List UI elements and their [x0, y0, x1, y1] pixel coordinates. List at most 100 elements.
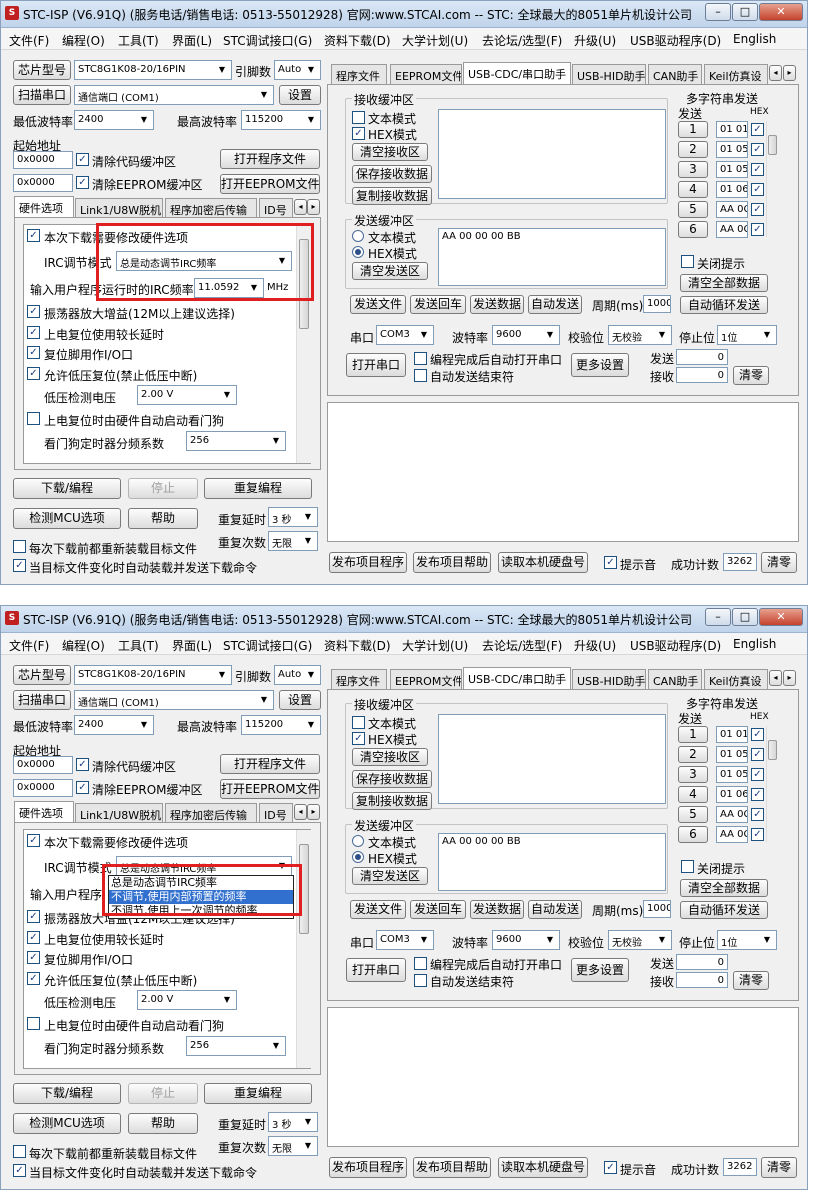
success-clear-button[interactable]: 清零: [761, 552, 797, 573]
more-settings-button[interactable]: 更多设置: [571, 958, 629, 982]
chip-model-button[interactable]: 芯片型号: [13, 665, 71, 685]
tab-left-icon[interactable]: ◂: [294, 804, 307, 820]
tab-left-icon[interactable]: ◂: [294, 199, 307, 215]
pins-select[interactable]: Auto ▼: [274, 665, 321, 685]
send-hex-radio[interactable]: [352, 246, 364, 258]
download-button[interactable]: 下载/编程: [13, 478, 121, 499]
reload-checkbox[interactable]: [13, 1145, 26, 1158]
menu-tools[interactable]: 工具(T): [118, 637, 159, 654]
minimize-icon[interactable]: –: [705, 608, 731, 626]
multi-send-button-3[interactable]: 3: [678, 161, 708, 178]
multi-send-button-4[interactable]: 4: [678, 786, 708, 803]
multi-hex-checkbox-6[interactable]: ✓: [751, 223, 764, 236]
stopbits-select[interactable]: 1位 ▼: [717, 930, 777, 950]
multi-hex-checkbox-1[interactable]: ✓: [751, 123, 764, 136]
pins-select[interactable]: Auto ▼: [274, 60, 321, 80]
open-eeprom-button[interactable]: 打开EEPROM文件: [220, 174, 320, 194]
recv-text-checkbox[interactable]: [352, 716, 365, 729]
multi-hex-checkbox-5[interactable]: ✓: [751, 203, 764, 216]
multi-send-button-1[interactable]: 1: [678, 121, 708, 138]
osc-gain-checkbox[interactable]: ✓: [27, 305, 40, 318]
clear-all-button[interactable]: 清空全部数据: [680, 879, 768, 897]
code-addr-input[interactable]: 0x0000: [13, 151, 73, 169]
wdt-div-select[interactable]: 256 ▼: [186, 431, 286, 451]
multi-input-4[interactable]: 01 06: [716, 181, 748, 198]
reprogram-button[interactable]: 重复编程: [204, 478, 312, 499]
send-file-button[interactable]: 发送文件: [350, 295, 406, 314]
multi-scrollbar[interactable]: [766, 726, 779, 842]
auto-send-button[interactable]: 自动发送: [528, 295, 582, 314]
menu-usb-driver[interactable]: USB驱动程序(D): [630, 637, 721, 654]
auto-loop-button[interactable]: 自动循环发送: [680, 901, 768, 919]
multi-scrollbar[interactable]: [766, 121, 779, 237]
read-disk-button[interactable]: 读取本机硬盘号: [498, 1157, 588, 1178]
auto-open-checkbox[interactable]: [414, 957, 427, 970]
retry-count-select[interactable]: 无限 ▼: [268, 531, 318, 551]
code-addr-input[interactable]: 0x0000: [13, 756, 73, 774]
multi-send-button-6[interactable]: 6: [678, 826, 708, 843]
open-program-button[interactable]: 打开程序文件: [220, 149, 320, 169]
multi-hex-checkbox-3[interactable]: ✓: [751, 768, 764, 781]
period-input[interactable]: 1000: [643, 295, 671, 313]
tab-eeprom-file[interactable]: EEPROM文件: [390, 669, 462, 689]
auto-open-checkbox[interactable]: [414, 352, 427, 365]
open-program-button[interactable]: 打开程序文件: [220, 754, 320, 774]
port-select[interactable]: 通信端口 (COM1) ▼: [74, 85, 274, 105]
multi-send-button-4[interactable]: 4: [678, 181, 708, 198]
eeprom-addr-input[interactable]: 0x0000: [13, 174, 73, 192]
menu-program[interactable]: 编程(O): [62, 32, 105, 49]
help-button[interactable]: 帮助: [128, 508, 198, 529]
menu-forum[interactable]: 去论坛/选型(F): [482, 32, 562, 49]
parity-select[interactable]: 无校验 ▼: [608, 325, 672, 345]
send-textarea[interactable]: AA 00 00 00 BB: [438, 833, 666, 891]
auto-send-checkbox[interactable]: ✓: [13, 1164, 26, 1177]
auto-send-button[interactable]: 自动发送: [528, 900, 582, 919]
close-tip-checkbox[interactable]: [681, 860, 694, 873]
reset-io-checkbox[interactable]: ✓: [27, 346, 40, 359]
chip-model-button[interactable]: 芯片型号: [13, 60, 71, 80]
scan-port-button[interactable]: 扫描串口: [13, 85, 71, 105]
menu-university[interactable]: 大学计划(U): [402, 32, 468, 49]
tab-link1[interactable]: Link1/U8W脱机: [75, 803, 163, 823]
recv-textarea[interactable]: [438, 714, 666, 804]
tab-keil[interactable]: Keil仿真设: [704, 64, 768, 84]
recv-textarea[interactable]: [438, 109, 666, 199]
multi-input-3[interactable]: 01 05: [716, 766, 748, 783]
tab-keil[interactable]: Keil仿真设: [704, 669, 768, 689]
multi-input-5[interactable]: AA 0C: [716, 806, 748, 823]
maximize-icon[interactable]: □: [732, 3, 758, 21]
reload-checkbox[interactable]: [13, 540, 26, 553]
port-select[interactable]: 通信端口 (COM1) ▼: [74, 690, 274, 710]
max-baud-select[interactable]: 115200 ▼: [241, 715, 321, 735]
min-baud-select[interactable]: 2400 ▼: [74, 715, 154, 735]
multi-input-5[interactable]: AA 0C: [716, 201, 748, 218]
serial-port-select[interactable]: COM3 ▼: [376, 325, 434, 345]
menu-upgrade[interactable]: 升级(U): [574, 32, 616, 49]
open-port-button[interactable]: 打开串口: [346, 353, 406, 377]
retry-delay-select[interactable]: 3 秒 ▼: [268, 507, 318, 527]
multi-input-3[interactable]: 01 05: [716, 161, 748, 178]
lvr-checkbox[interactable]: ✓: [27, 972, 40, 985]
menu-university[interactable]: 大学计划(U): [402, 637, 468, 654]
minimize-icon[interactable]: –: [705, 3, 731, 21]
menu-english[interactable]: English: [733, 637, 776, 651]
tab-link1[interactable]: Link1/U8W脱机: [75, 198, 163, 218]
tab-id[interactable]: ID号: [259, 803, 293, 823]
tab-id[interactable]: ID号: [259, 198, 293, 218]
eeprom-addr-input[interactable]: 0x0000: [13, 779, 73, 797]
success-clear-button[interactable]: 清零: [761, 1157, 797, 1178]
open-port-button[interactable]: 打开串口: [346, 958, 406, 982]
serial-port-select[interactable]: COM3 ▼: [376, 930, 434, 950]
menu-interface[interactable]: 界面(L): [172, 637, 212, 654]
menu-file[interactable]: 文件(F): [9, 32, 49, 49]
auto-send-checkbox[interactable]: ✓: [13, 559, 26, 572]
send-enter-button[interactable]: 发送回车: [410, 295, 466, 314]
send-text-radio[interactable]: [352, 835, 364, 847]
multi-input-2[interactable]: 01 05: [716, 746, 748, 763]
scrollbar-thumb[interactable]: [768, 740, 777, 760]
multi-send-button-1[interactable]: 1: [678, 726, 708, 743]
modify-hw-checkbox[interactable]: ✓: [27, 229, 40, 242]
menu-debug[interactable]: STC调试接口(G): [223, 637, 312, 654]
recv-hex-checkbox[interactable]: ✓: [352, 127, 365, 140]
tab-left-icon[interactable]: ◂: [769, 670, 782, 686]
